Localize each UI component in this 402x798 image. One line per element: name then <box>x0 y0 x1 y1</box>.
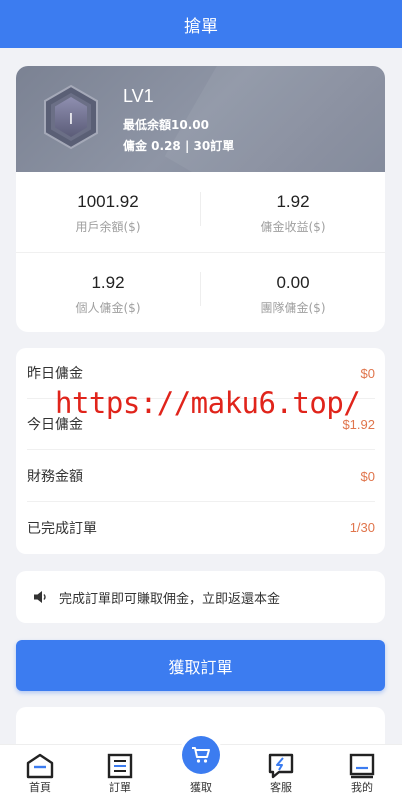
tab-profile[interactable]: 我的 <box>332 745 392 798</box>
summary-value: $0 <box>360 365 375 381</box>
stat-commission-income: 1.92 傭金收益($) <box>201 192 385 235</box>
stat-label: 用戶余額($) <box>75 220 141 234</box>
summary-label: 昨日傭金 <box>27 366 83 382</box>
summary-list: 昨日傭金 $0 今日傭金 $1.92 財務金額 $0 已完成訂單 1/30 <box>16 348 385 554</box>
cart-icon <box>192 747 210 763</box>
stat-personal-commission: 1.92 個人傭金($) <box>16 273 200 316</box>
badge-letter: I <box>69 110 73 128</box>
stat-label: 傭金收益($) <box>260 220 326 234</box>
tab-support[interactable]: 客服 <box>251 745 311 798</box>
summary-label: 已完成訂單 <box>27 520 97 537</box>
level-commission: 傭金 0.28 | 30訂單 <box>123 139 235 153</box>
stat-label: 團隊傭金($) <box>260 301 326 315</box>
tab-home[interactable]: 首頁 <box>10 745 70 798</box>
page-title: 搶單 <box>184 16 218 37</box>
support-icon <box>268 753 294 779</box>
home-icon <box>26 753 54 779</box>
speaker-icon <box>34 591 46 603</box>
stat-row-divider <box>16 252 385 253</box>
notice-text: 完成訂單即可賺取佣金，立即返還本金 <box>59 591 281 607</box>
stat-label: 個人傭金($) <box>75 301 141 315</box>
bottom-tabbar: 首頁 訂單 獲取 客服 我的 <box>0 736 402 798</box>
summary-row-finance: 財務金額 $0 <box>27 451 375 502</box>
grab-circle <box>182 736 220 774</box>
tab-label: 客服 <box>270 781 292 794</box>
summary-label: 財務金額 <box>27 469 83 485</box>
tab-label: 首頁 <box>29 781 51 794</box>
level-badge-icon: I <box>44 84 98 150</box>
level-card: I LV1 最低余額10.00 傭金 0.28 | 30訂單 <box>16 66 385 172</box>
summary-row-completed: 已完成訂單 1/30 <box>27 502 375 553</box>
stat-value: 1001.92 <box>77 192 139 211</box>
tab-label: 獲取 <box>190 781 212 794</box>
stat-user-balance: 1001.92 用戶余額($) <box>16 192 200 235</box>
tab-label: 我的 <box>351 781 373 794</box>
tab-grab[interactable]: 獲取 <box>171 736 231 798</box>
stat-value: 1.92 <box>91 273 125 292</box>
tab-orders[interactable]: 訂單 <box>90 745 150 798</box>
level-title: LV1 <box>123 86 154 106</box>
summary-value: 1/30 <box>349 520 375 535</box>
get-order-button[interactable]: 獲取訂單 <box>16 640 385 691</box>
notice-bar: 完成訂單即可賺取佣金，立即返還本金 <box>16 571 385 623</box>
summary-value: $0 <box>360 468 375 484</box>
stat-team-commission: 0.00 團隊傭金($) <box>201 273 385 316</box>
app-header: 搶單 <box>0 0 402 48</box>
stats-panel: 1001.92 用戶余額($) 1.92 傭金收益($) 1.92 個人傭金($… <box>16 172 385 332</box>
level-min-balance: 最低余額10.00 <box>123 118 209 132</box>
stat-value: 1.92 <box>276 192 310 211</box>
order-list-icon <box>107 753 133 779</box>
tab-label: 訂單 <box>109 781 131 794</box>
watermark-url: https://maku6.top/ <box>55 386 361 420</box>
stat-value: 0.00 <box>276 273 310 292</box>
profile-icon <box>349 753 375 779</box>
